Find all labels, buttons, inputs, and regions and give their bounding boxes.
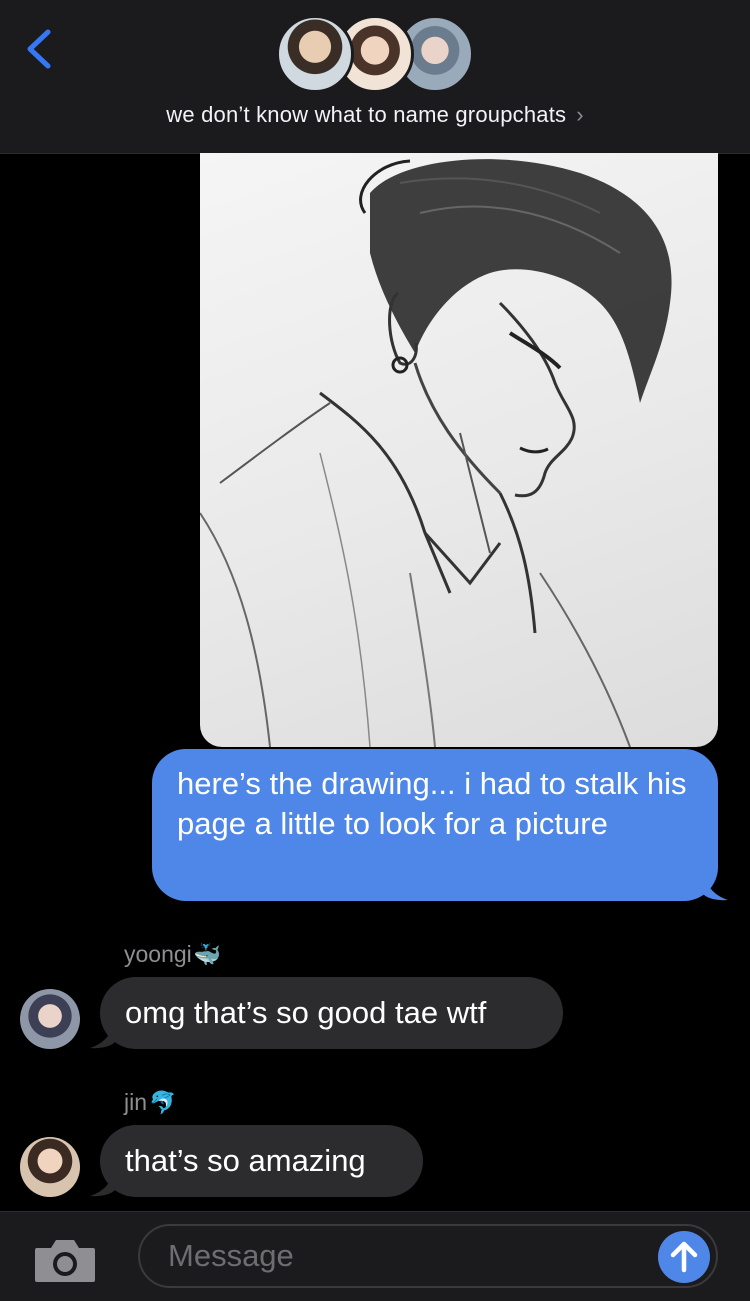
received-message-bubble[interactable]: that’s so amazing bbox=[100, 1125, 423, 1197]
sender-name: yoongi🐳 bbox=[124, 941, 221, 968]
chevron-left-icon bbox=[27, 29, 51, 69]
chat-screen: we don’t know what to name groupchats › bbox=[0, 0, 750, 1301]
sender-label: yoongi bbox=[124, 941, 192, 967]
bubble-tail bbox=[90, 1163, 116, 1197]
image-attachment[interactable] bbox=[200, 153, 718, 747]
message-text: that’s so amazing bbox=[125, 1143, 366, 1178]
dolphin-emoji: 🐬 bbox=[149, 1090, 177, 1115]
avatar[interactable] bbox=[20, 1137, 80, 1197]
bubble-tail bbox=[702, 865, 728, 901]
back-button[interactable] bbox=[18, 24, 62, 74]
bubble-tail bbox=[90, 1015, 116, 1049]
arrow-up-icon bbox=[670, 1241, 698, 1273]
composer-bar: Message bbox=[0, 1211, 750, 1301]
avatar bbox=[276, 15, 354, 93]
message-text: here’s the drawing... i had to stalk his… bbox=[177, 766, 687, 841]
avatar[interactable] bbox=[20, 989, 80, 1049]
group-name: we don’t know what to name groupchats bbox=[166, 102, 567, 127]
group-avatars[interactable] bbox=[276, 15, 476, 95]
group-title[interactable]: we don’t know what to name groupchats › bbox=[0, 102, 750, 128]
sent-message-bubble[interactable]: here’s the drawing... i had to stalk his… bbox=[152, 749, 718, 901]
message-placeholder: Message bbox=[168, 1238, 294, 1273]
send-button[interactable] bbox=[658, 1231, 710, 1283]
received-message-bubble[interactable]: omg that’s so good tae wtf bbox=[100, 977, 563, 1049]
whale-emoji: 🐳 bbox=[193, 942, 222, 967]
chevron-right-icon: › bbox=[576, 102, 584, 127]
message-text: omg that’s so good tae wtf bbox=[125, 995, 487, 1030]
sender-name: jin🐬 bbox=[124, 1089, 176, 1116]
sketch-image bbox=[200, 159, 672, 747]
sender-label: jin bbox=[124, 1089, 148, 1115]
chat-header: we don’t know what to name groupchats › bbox=[0, 0, 750, 154]
message-input[interactable]: Message bbox=[138, 1224, 718, 1288]
camera-icon bbox=[35, 1240, 95, 1282]
camera-button[interactable] bbox=[33, 1236, 97, 1284]
